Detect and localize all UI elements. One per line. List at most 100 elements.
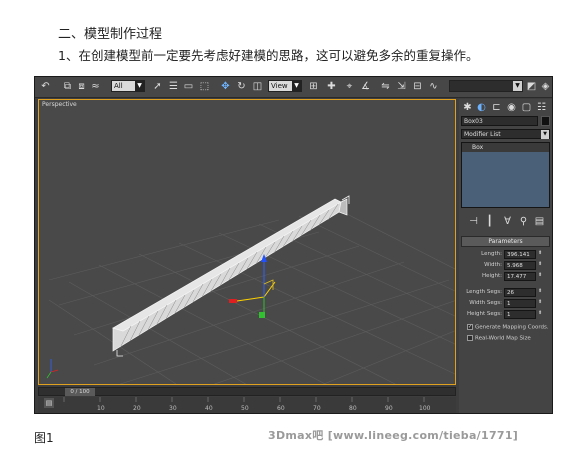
show-end-result-icon[interactable]: ┃ xyxy=(483,215,496,228)
undo-icon[interactable]: ↶ xyxy=(39,80,52,93)
track-bar[interactable]: ▤ 10 20 30 40 50 60 70 80 90 100 xyxy=(38,397,456,413)
spinner-icon[interactable]: ⬍ xyxy=(538,272,542,278)
rotate-icon[interactable]: ↻ xyxy=(235,80,248,93)
spinner-icon[interactable]: ⬍ xyxy=(538,250,542,256)
viewport-scene xyxy=(46,195,455,384)
tick-label: 70 xyxy=(313,405,321,412)
pin-stack-icon[interactable]: ⊣ xyxy=(467,215,480,228)
world-axis-tripod xyxy=(46,359,59,379)
reference-coord-value: View xyxy=(271,82,288,90)
parameters-rollout-header[interactable]: Parameters xyxy=(461,236,550,247)
length-segs-input[interactable]: 26 xyxy=(504,288,536,297)
selection-filter-dropdown[interactable]: All ▼ xyxy=(111,80,145,92)
object-name-field[interactable]: Box03 xyxy=(461,116,538,126)
command-panel: ✱ ◐ ⊏ ◉ ▢ ☷ Box03 Modifier List ▼ Box ⊣ … xyxy=(459,99,552,413)
tick-label: 50 xyxy=(241,405,249,412)
modifier-stack: Box xyxy=(461,142,550,208)
utilities-tab-icon[interactable]: ☷ xyxy=(535,101,548,114)
perspective-viewport[interactable]: Perspective xyxy=(38,99,456,385)
render-setup-icon[interactable]: ◩ xyxy=(525,80,538,93)
construction-grid xyxy=(48,209,455,384)
spinner-icon[interactable]: ⬍ xyxy=(538,299,542,305)
remove-modifier-icon[interactable]: ⚲ xyxy=(517,215,530,228)
width-param: Width: 5.968 ⬍ xyxy=(459,261,552,271)
tick-label: 20 xyxy=(133,405,141,412)
tick-label: 60 xyxy=(277,405,285,412)
curve-editor-icon[interactable]: ∿ xyxy=(427,80,440,93)
real-world-map-checkbox[interactable]: Real-World Map Size xyxy=(467,335,531,342)
chevron-down-icon: ▼ xyxy=(513,81,522,91)
tick-label: 90 xyxy=(385,405,393,412)
modify-tab-icon[interactable]: ◐ xyxy=(475,101,488,114)
hierarchy-tab-icon[interactable]: ⊏ xyxy=(490,101,503,114)
width-input[interactable]: 5.968 xyxy=(504,261,536,270)
width-segs-label: Width Segs: xyxy=(469,300,502,306)
named-selection-dropdown[interactable]: ▼ xyxy=(449,80,523,92)
unlink-icon[interactable]: ⧈ xyxy=(75,80,88,93)
section-heading: 二、模型制作过程 xyxy=(58,27,163,42)
height-segs-label: Height Segs: xyxy=(466,311,502,317)
window-crossing-icon[interactable]: ⬚ xyxy=(198,80,211,93)
selection-filter-value: All xyxy=(114,82,123,90)
snaps-toggle-icon[interactable]: ⌖ xyxy=(343,80,356,93)
create-tab-icon[interactable]: ✱ xyxy=(461,101,474,114)
length-param: Length: 396.141 ⬍ xyxy=(459,250,552,260)
height-segs-input[interactable]: 1 xyxy=(504,310,536,319)
render-teapot-icon[interactable]: ◈ xyxy=(539,80,552,93)
select-by-name-icon[interactable]: ☰ xyxy=(167,80,180,93)
manipulate-icon[interactable]: ✚ xyxy=(325,80,338,93)
mirror-icon[interactable]: ⇋ xyxy=(379,80,392,93)
chevron-down-icon: ▼ xyxy=(541,130,549,139)
checkmark-icon: ✓ xyxy=(467,324,473,330)
height-segs-param: Height Segs: 1 ⬍ xyxy=(459,310,552,320)
height-param: Height: 17.477 ⬍ xyxy=(459,272,552,282)
width-segs-param: Width Segs: 1 ⬍ xyxy=(459,299,552,309)
box-wall-object xyxy=(112,195,350,357)
modifier-list-dropdown[interactable]: Modifier List ▼ xyxy=(461,129,550,139)
stack-tools: ⊣ ┃ ∀ ⚲ ▤ xyxy=(459,212,552,227)
length-segs-param: Length Segs: 26 ⬍ xyxy=(459,288,552,298)
length-input[interactable]: 396.141 xyxy=(504,250,536,259)
make-unique-icon[interactable]: ∀ xyxy=(501,215,514,228)
stack-item-box[interactable]: Box xyxy=(462,143,549,152)
spinner-icon[interactable]: ⬍ xyxy=(538,288,542,294)
reference-coord-dropdown[interactable]: View ▼ xyxy=(268,80,302,92)
object-color-swatch[interactable] xyxy=(541,116,550,126)
display-tab-icon[interactable]: ▢ xyxy=(520,101,533,114)
height-input[interactable]: 17.477 xyxy=(504,272,536,281)
spinner-icon[interactable]: ⬍ xyxy=(538,261,542,267)
configure-sets-icon[interactable]: ▤ xyxy=(533,215,546,228)
motion-tab-icon[interactable]: ◉ xyxy=(505,101,518,114)
main-toolbar: ↶ ⧉ ⧈ ≈ All ▼ ➚ ☰ ▭ ⬚ ✥ ↻ ◫ View ▼ ⊞ ✚ ⌖… xyxy=(35,77,552,98)
scale-icon[interactable]: ◫ xyxy=(251,80,264,93)
chevron-down-icon: ▼ xyxy=(135,81,144,91)
pivot-center-icon[interactable]: ⊞ xyxy=(307,80,320,93)
tick-label: 80 xyxy=(349,405,357,412)
layer-manager-icon[interactable]: ⊟ xyxy=(411,80,424,93)
generate-mapping-checkbox[interactable]: ✓ Generate Mapping Coords. xyxy=(467,324,549,331)
spinner-icon[interactable]: ⬍ xyxy=(538,310,542,316)
generate-mapping-label: Generate Mapping Coords. xyxy=(475,324,549,331)
select-arrow-icon[interactable]: ➚ xyxy=(151,80,164,93)
width-label: Width: xyxy=(484,262,502,268)
align-icon[interactable]: ⇲ xyxy=(395,80,408,93)
angle-snap-icon[interactable]: ∡ xyxy=(359,80,372,93)
move-icon[interactable]: ✥ xyxy=(219,80,232,93)
max-window: ↶ ⧉ ⧈ ≈ All ▼ ➚ ☰ ▭ ⬚ ✥ ↻ ◫ View ▼ ⊞ ✚ ⌖… xyxy=(34,76,553,414)
step-description: 1、在创建模型前一定要先考虑好建模的思路，这可以避免多余的重复操作。 xyxy=(58,48,479,63)
tick-label: 10 xyxy=(97,405,105,412)
tick-label: 30 xyxy=(169,405,177,412)
real-world-map-label: Real-World Map Size xyxy=(475,335,531,342)
link-icon[interactable]: ⧉ xyxy=(61,80,74,93)
viewport-label[interactable]: Perspective xyxy=(42,101,77,108)
length-segs-label: Length Segs: xyxy=(466,289,502,295)
tick-label: 100 xyxy=(419,405,431,412)
time-slider[interactable]: 0 / 100 xyxy=(38,387,456,396)
time-slider-thumb[interactable]: 0 / 100 xyxy=(65,388,95,396)
chevron-down-icon: ▼ xyxy=(292,81,301,91)
checkbox-empty-icon xyxy=(467,335,473,341)
selection-region-icon[interactable]: ▭ xyxy=(182,80,195,93)
bind-spacewarp-icon[interactable]: ≈ xyxy=(89,80,102,93)
tick-label: 40 xyxy=(205,405,213,412)
width-segs-input[interactable]: 1 xyxy=(504,299,536,308)
